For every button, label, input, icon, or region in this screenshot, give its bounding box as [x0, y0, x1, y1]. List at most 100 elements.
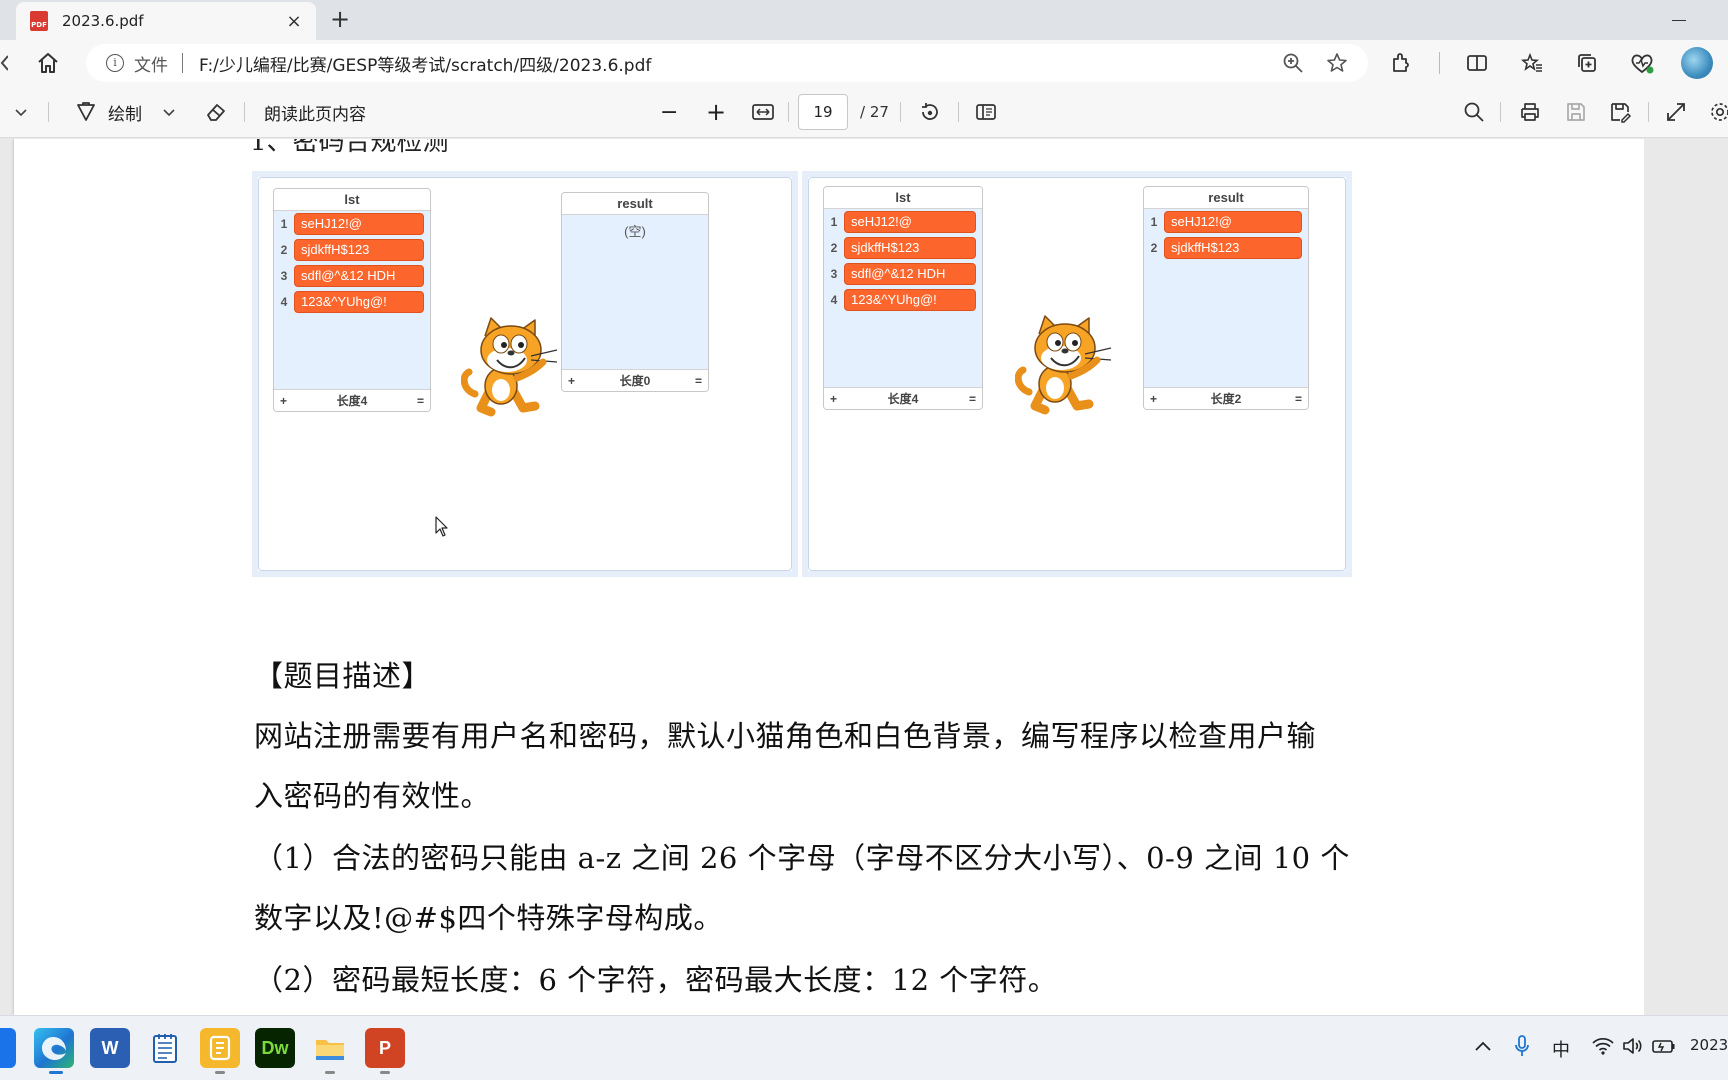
- dreamweaver-icon[interactable]: Dw: [255, 1028, 295, 1068]
- site-info-icon[interactable]: i: [106, 54, 124, 72]
- url-text[interactable]: F:/少儿编程/比赛/GESP等级考试/scratch/四级/2023.6.pd…: [199, 51, 1280, 76]
- zoom-out-icon[interactable]: −: [660, 86, 678, 138]
- list-item-value: sjdkffH$123: [844, 237, 976, 259]
- page-total: / 27: [860, 103, 889, 121]
- full-screen-icon[interactable]: [1664, 86, 1688, 138]
- scratch-cat-sprite: [460, 316, 565, 426]
- favorite-star-icon[interactable]: [1324, 50, 1350, 76]
- list-item-value: sjdkffH$123: [1164, 237, 1302, 259]
- draw-button[interactable]: 绘制: [74, 86, 142, 138]
- microphone-icon[interactable]: [1514, 1035, 1552, 1062]
- collections-icon[interactable]: [1570, 46, 1604, 80]
- list-index: 1: [1150, 215, 1158, 229]
- open-app-indicator: [380, 1071, 390, 1074]
- list-item-value: seHJ12!@: [1164, 211, 1302, 233]
- print-icon[interactable]: [1518, 86, 1542, 138]
- close-tab-icon[interactable]: ×: [280, 11, 308, 32]
- browser-essentials-icon[interactable]: [1625, 46, 1659, 80]
- tab-pdf[interactable]: PDF 2023.6.pdf ×: [16, 2, 316, 40]
- list-item-value: sdfl@^&12 HDH: [294, 265, 424, 287]
- read-aloud-button[interactable]: 朗读此页内容: [264, 86, 366, 138]
- open-app-indicator: [215, 1071, 225, 1074]
- new-tab-icon[interactable]: +: [326, 6, 354, 34]
- browser-toolbar-icons: [1384, 46, 1728, 80]
- toolbar-separator: [1648, 102, 1649, 122]
- show-hidden-icons-chevron-icon[interactable]: [1474, 1038, 1514, 1059]
- clock[interactable]: 2023/: [1690, 1036, 1728, 1054]
- list-monitor-result: result (空) + 长度0 =: [561, 192, 709, 392]
- toolbar-separator: [900, 102, 901, 122]
- extensions-icon[interactable]: [1384, 46, 1418, 80]
- list-length: 长度4: [336, 394, 368, 408]
- favorites-icon[interactable]: [1515, 46, 1549, 80]
- list-add-icon: +: [830, 391, 838, 406]
- list-item: 4 123&^YUhg@!: [824, 287, 982, 313]
- zoom-in-icon[interactable]: +: [706, 86, 726, 138]
- page-view-icon[interactable]: [974, 86, 998, 138]
- pdf-viewport[interactable]: 1、密码合规检测 lst 1 seHJ12!@ 2 sjdkffH$123 3 sdf…: [0, 139, 1728, 1015]
- pdf-toolbar: 绘制 朗读此页内容 − + 19 / 27: [0, 86, 1728, 138]
- battery-icon[interactable]: [1652, 1038, 1682, 1059]
- start-icon[interactable]: [0, 1028, 16, 1068]
- stage-canvas: lst 1 seHJ12!@ 2 sjdkffH$123 3 sdfl@^&12 HD…: [808, 177, 1346, 571]
- save-as-icon[interactable]: [1608, 86, 1632, 138]
- page-number-input[interactable]: 19: [798, 94, 848, 130]
- eraser-icon[interactable]: [204, 86, 228, 138]
- toolbar-separator: [1500, 102, 1501, 122]
- list-item: 2 sjdkffH$123: [1144, 235, 1308, 261]
- toolbar-separator: [958, 102, 959, 122]
- powerpoint-icon[interactable]: P: [365, 1028, 405, 1068]
- list-item-value: 123&^YUhg@!: [294, 291, 424, 313]
- settings-gear-icon[interactable]: [1708, 86, 1728, 138]
- list-index: 1: [830, 215, 838, 229]
- edge-browser-icon[interactable]: [34, 1028, 74, 1068]
- list-empty-label: (空): [624, 224, 646, 239]
- split-screen-icon[interactable]: [1460, 46, 1494, 80]
- list-resize-icon: =: [1294, 391, 1302, 406]
- url-field[interactable]: i 文件 F:/少儿编程/比赛/GESP等级考试/scratch/四级/2023…: [86, 44, 1368, 82]
- pen-icon: [77, 102, 95, 121]
- list-index: 4: [830, 293, 838, 307]
- list-index: 2: [1150, 241, 1158, 255]
- draw-options-chevron-icon[interactable]: [162, 86, 176, 138]
- word-icon[interactable]: W: [90, 1028, 130, 1068]
- ime-language-indicator[interactable]: 中: [1552, 1036, 1592, 1062]
- pdf-file-icon: PDF: [30, 11, 48, 31]
- notes-app-icon[interactable]: [200, 1028, 240, 1068]
- toolbar-separator: [1439, 52, 1440, 74]
- zoom-icon[interactable]: [1280, 50, 1306, 76]
- notepad-icon[interactable]: [145, 1028, 185, 1068]
- home-icon[interactable]: [34, 49, 62, 77]
- list-title: result: [1144, 187, 1308, 209]
- screen: PDF 2023.6.pdf × + i 文件 F:/少儿编程/比赛/GESP等…: [0, 0, 1728, 1080]
- list-index: 2: [830, 241, 838, 255]
- volume-icon[interactable]: [1622, 1037, 1652, 1060]
- list-add-icon: +: [568, 373, 576, 388]
- list-title: lst: [824, 187, 982, 209]
- find-icon[interactable]: [1462, 86, 1486, 138]
- system-tray: 中: [1474, 1016, 1682, 1080]
- tab-bar: PDF 2023.6.pdf × +: [0, 0, 1728, 40]
- fit-width-icon[interactable]: [750, 86, 776, 138]
- list-footer: + 长度4 =: [824, 387, 982, 409]
- list-item: 1 seHJ12!@: [1144, 209, 1308, 235]
- highlight-dropdown-icon[interactable]: [14, 86, 28, 138]
- minimize-icon[interactable]: [1668, 8, 1692, 32]
- list-monitor-result: result 1 seHJ12!@ 2 sjdkffH$123 + 长度2 =: [1143, 186, 1309, 410]
- list-item-value: seHJ12!@: [844, 211, 976, 233]
- rotate-icon[interactable]: [918, 86, 942, 138]
- back-icon[interactable]: [0, 50, 9, 76]
- stage-canvas: lst 1 seHJ12!@ 2 sjdkffH$123 3 sdfl@^&12 HD…: [258, 177, 792, 571]
- list-item: 2 sjdkffH$123: [274, 237, 430, 263]
- wifi-icon[interactable]: [1592, 1037, 1622, 1060]
- profile-avatar[interactable]: [1680, 46, 1714, 80]
- list-item-value: seHJ12!@: [294, 213, 424, 235]
- paragraph-line: 入密码的有效性。: [254, 779, 491, 813]
- taskbar: W Dw P 中 2023: [0, 1015, 1728, 1080]
- list-footer: + 长度0 =: [562, 369, 708, 391]
- file-explorer-icon[interactable]: [310, 1028, 350, 1068]
- file-scheme-label: 文件: [134, 55, 168, 76]
- save-icon[interactable]: [1564, 86, 1588, 138]
- list-length: 长度0: [619, 374, 651, 388]
- list-monitor-lst: lst 1 seHJ12!@ 2 sjdkffH$123 3 sdfl@^&12 HD…: [823, 186, 983, 410]
